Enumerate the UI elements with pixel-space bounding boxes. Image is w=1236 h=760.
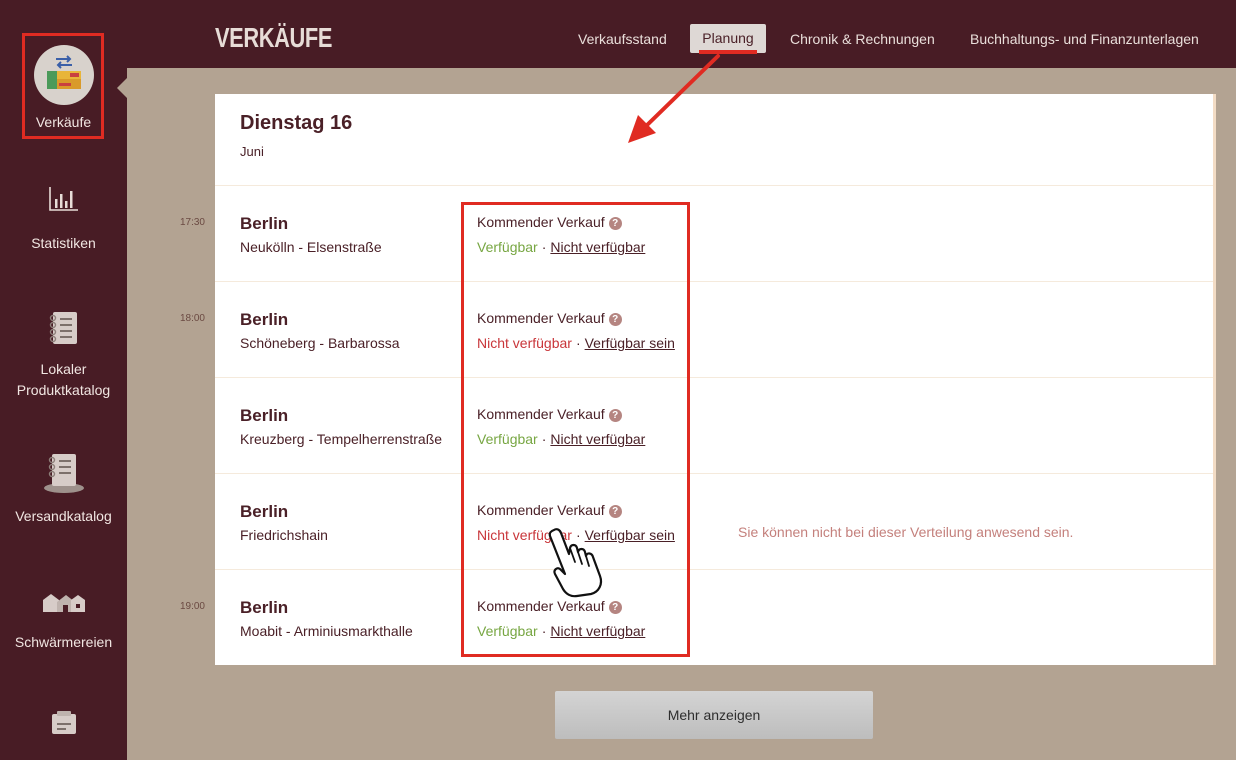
- page-brand-title: VERKÄUFE: [215, 22, 333, 53]
- sale-city: Berlin: [240, 598, 289, 617]
- sidebar: Verkäufe Statistiken Lokaler Produktkata…: [0, 0, 127, 760]
- highlight-box-sidebar: [22, 33, 104, 139]
- sale-location: Neukölln - Elsenstraße: [240, 239, 382, 255]
- sale-city: Berlin: [240, 502, 289, 521]
- notebook-icon: [49, 312, 77, 344]
- sidebar-item-statistiken[interactable]: Statistiken: [0, 185, 127, 254]
- folder-icon: [51, 711, 76, 734]
- top-header: VERKÄUFE Verkaufsstand Planung Chronik &…: [127, 0, 1236, 68]
- sale-city: Berlin: [240, 310, 289, 329]
- sale-row: Berlin Schöneberg - Barbarossa Kommender…: [215, 282, 1213, 378]
- sale-row: Berlin Friedrichshain Kommender Verkauf?…: [215, 474, 1213, 570]
- bar-chart-icon: [48, 187, 78, 211]
- sale-location: Friedrichshain: [240, 527, 328, 543]
- tab-verkaufsstand[interactable]: Verkaufsstand: [578, 31, 667, 47]
- planning-card: Dienstag 16 Juni Berlin Neukölln - Elsen…: [215, 94, 1216, 665]
- sidebar-item-folder[interactable]: [0, 710, 127, 736]
- tab-chronik-rechnungen[interactable]: Chronik & Rechnungen: [790, 31, 935, 47]
- sale-city: Berlin: [240, 214, 289, 233]
- sidebar-item-lokaler-produktkatalog[interactable]: Lokaler Produktkatalog: [0, 310, 127, 401]
- active-indicator: [117, 78, 127, 98]
- sidebar-item-label: Schwärmereien: [14, 634, 113, 650]
- show-more-button[interactable]: Mehr anzeigen: [555, 691, 873, 739]
- farmhouses-icon: [42, 594, 85, 612]
- day-header: Dienstag 16 Juni: [215, 94, 1213, 186]
- sale-city: Berlin: [240, 406, 289, 425]
- sidebar-item-versandkatalog[interactable]: Versandkatalog: [0, 452, 127, 527]
- sidebar-item-label: Lokaler Produktkatalog: [16, 361, 111, 398]
- sale-row: Berlin Moabit - Arminiusmarkthalle Komme…: [215, 570, 1213, 665]
- sale-location: Moabit - Arminiusmarkthalle: [240, 623, 413, 639]
- hand-cursor-icon: [548, 528, 603, 598]
- sale-location: Kreuzberg - Tempelherrenstraße: [240, 431, 443, 447]
- sale-location: Schöneberg - Barbarossa: [240, 335, 400, 351]
- month-label: Juni: [240, 144, 264, 159]
- active-tab-underline: [699, 50, 757, 54]
- availability-note: Sie können nicht bei dieser Verteilung a…: [738, 524, 1074, 540]
- sale-row: Berlin Kreuzberg - Tempelherrenstraße Ko…: [215, 378, 1213, 474]
- shipping-catalog-icon: [43, 454, 84, 493]
- day-title: Dienstag 16: [240, 112, 353, 134]
- sidebar-item-label: Statistiken: [31, 235, 96, 251]
- time-label: 18:00: [179, 313, 205, 324]
- time-label: 17:30: [179, 217, 205, 228]
- sidebar-item-schwaermereien[interactable]: Schwärmereien: [0, 590, 127, 653]
- sidebar-item-label: Versandkatalog: [15, 508, 112, 524]
- time-label: 19:00: [179, 601, 205, 612]
- tab-planung[interactable]: Planung: [690, 24, 766, 53]
- sale-row: Berlin Neukölln - Elsenstraße Kommender …: [215, 186, 1213, 282]
- tab-buchhaltung[interactable]: Buchhaltungs- und Finanzunterlagen: [970, 31, 1199, 47]
